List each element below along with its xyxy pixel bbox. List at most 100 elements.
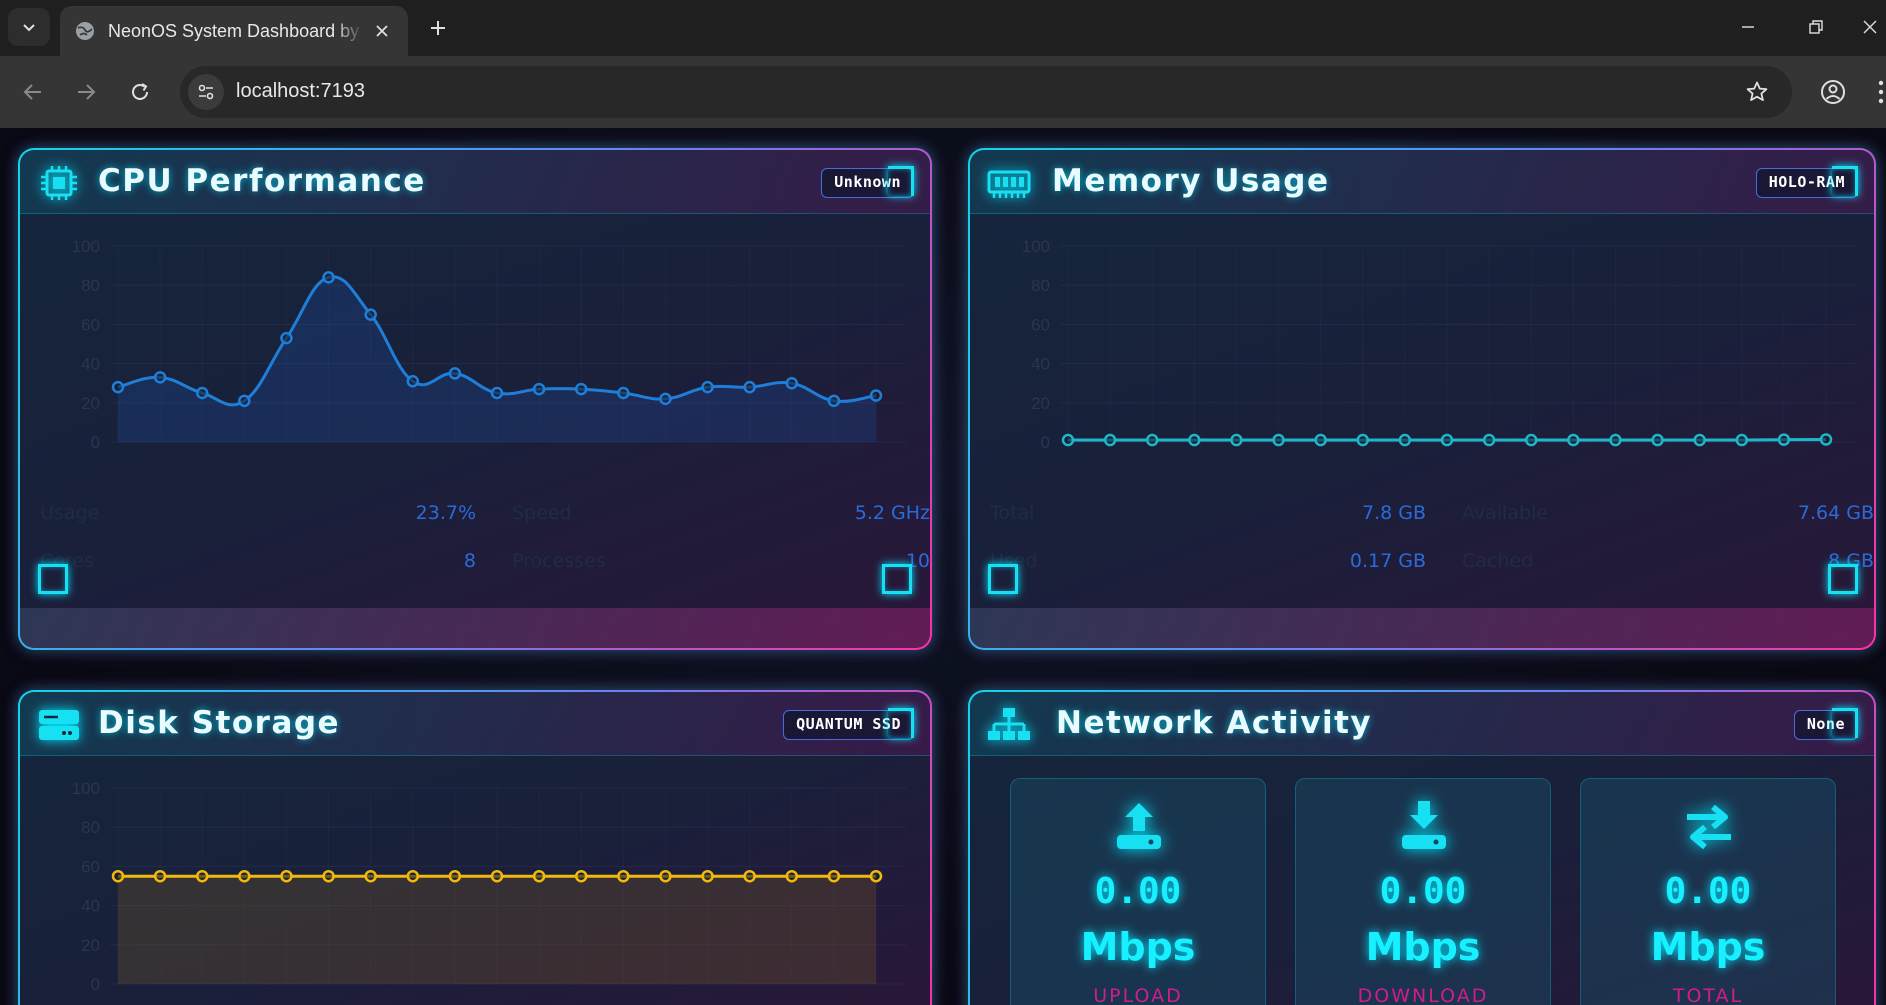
cpu-card-header: CPU Performance Unknown: [20, 150, 930, 214]
data-point: [532, 869, 546, 883]
dashboard-page: CPU Performance Unknown 100 80 60 40 20 0 Usa…: [0, 128, 1886, 1005]
browser-toolbar: localhost:7193: [0, 56, 1886, 128]
hard-drive-icon: [39, 710, 79, 740]
cpu-chart: 100 80 60 40 20 0: [72, 237, 906, 452]
cpu-card: CPU Performance Unknown 100 80 60 40 20 0 Usa…: [18, 148, 932, 650]
bookmark-button[interactable]: [1744, 79, 1770, 105]
memory-card-footer: [970, 608, 1874, 648]
forward-button[interactable]: [68, 74, 104, 110]
download-icon: [1402, 801, 1446, 849]
data-point: [701, 380, 714, 394]
y-tick-label: 40: [81, 355, 100, 374]
plus-icon: [431, 21, 445, 35]
back-button[interactable]: [15, 74, 51, 110]
data-point: [701, 869, 714, 883]
corner-bracket: [1832, 708, 1858, 738]
y-tick-label: 40: [1031, 355, 1050, 374]
memory-chart: 100 80 60 40 20 0: [1022, 237, 1856, 452]
y-tick-label: 100: [72, 237, 100, 256]
stat-cached: Cached 8 GB: [1462, 550, 1874, 580]
data-point: [659, 392, 672, 406]
reload-button[interactable]: [122, 74, 158, 110]
upload-icon: [1117, 803, 1161, 849]
data-point: [1819, 433, 1833, 446]
data-point: [1398, 433, 1412, 447]
data-point: [743, 869, 756, 883]
data-point: [153, 869, 167, 883]
stat-value: 8: [463, 550, 476, 572]
stat-label: Processes: [512, 550, 606, 572]
data-point: [743, 380, 756, 394]
memory-stats: Total 7.8 GB Available 7.64 GB Used 0.17…: [990, 502, 1874, 622]
stat-available: Available 7.64 GB: [1462, 502, 1874, 532]
stat-label: Speed: [512, 502, 572, 524]
data-point: [1188, 433, 1201, 447]
site-info-button[interactable]: [188, 74, 224, 110]
data-point: [364, 308, 377, 321]
more-vert-icon: [1878, 80, 1884, 104]
stat-label: Usage: [40, 502, 100, 524]
data-point: [1145, 433, 1159, 447]
stat-label: Available: [1462, 502, 1549, 524]
y-tick-label: 40: [81, 897, 100, 916]
data-point: [195, 386, 209, 400]
stat-label: Total: [990, 502, 1035, 524]
y-tick-label: 60: [81, 315, 100, 334]
tab-close-button[interactable]: [370, 19, 394, 43]
data-point: [1103, 433, 1117, 447]
total-metric: 0.00 Mbps TOTAL: [1580, 778, 1836, 1005]
data-point: [322, 271, 335, 284]
data-point: [111, 869, 125, 883]
network-card-header: Network Activity None: [970, 692, 1874, 756]
menu-button[interactable]: [1876, 76, 1886, 108]
transfer-arrows-icon: [1687, 804, 1731, 850]
url-text[interactable]: localhost:7193: [236, 80, 365, 103]
minimize-button[interactable]: [1728, 12, 1768, 42]
download-value: 0.00: [1379, 871, 1467, 912]
data-point: [1651, 433, 1664, 447]
profile-button[interactable]: [1815, 74, 1851, 110]
data-point: [574, 869, 588, 883]
data-point: [869, 389, 883, 402]
stat-used: Used 0.17 GB: [990, 550, 1426, 580]
browser-tab[interactable]: NeonOS System Dashboard by ...: [60, 6, 408, 56]
y-tick-label: 100: [1022, 237, 1050, 256]
stat-value: 0.17 GB: [1349, 550, 1426, 572]
address-bar[interactable]: localhost:7193: [180, 66, 1792, 118]
upload-value: 0.00: [1094, 871, 1182, 912]
data-point: [1314, 433, 1327, 447]
corner-bracket: [988, 564, 1018, 594]
data-point: [111, 380, 125, 394]
data-point: [1482, 433, 1496, 447]
disk-card-title: Disk Storage: [98, 705, 341, 741]
stat-cores: Cores 8: [40, 550, 476, 580]
account-icon: [1821, 80, 1845, 104]
cpu-card-title: CPU Performance: [98, 163, 426, 199]
data-point: [448, 869, 462, 883]
download-metric: 0.00 Mbps DOWNLOAD: [1295, 778, 1551, 1005]
data-point: [1440, 433, 1454, 447]
upload-label: UPLOAD: [1093, 985, 1183, 1005]
tab-search-button[interactable]: [8, 8, 50, 46]
data-point: [406, 374, 420, 388]
data-point: [574, 382, 588, 396]
y-tick-label: 100: [72, 779, 100, 798]
data-point: [532, 382, 546, 396]
restore-icon: [1809, 20, 1823, 34]
memory-module-icon: [987, 170, 1031, 198]
total-label: TOTAL: [1672, 985, 1744, 1005]
restore-button[interactable]: [1796, 12, 1836, 42]
chevron-down-icon: [23, 24, 35, 32]
memory-card-header: Memory Usage HOLO-RAM: [970, 150, 1874, 214]
y-tick-label: 80: [1031, 276, 1050, 295]
stat-label: Cached: [1462, 550, 1534, 572]
data-point: [1272, 433, 1285, 447]
reload-icon: [132, 83, 148, 100]
stat-total: Total 7.8 GB: [990, 502, 1426, 532]
y-tick-label: 0: [91, 975, 100, 994]
cpu-card-footer: [20, 608, 930, 648]
data-point: [1524, 433, 1538, 447]
new-tab-button[interactable]: [424, 14, 452, 42]
close-window-button[interactable]: [1862, 12, 1886, 42]
close-icon: [376, 25, 388, 37]
